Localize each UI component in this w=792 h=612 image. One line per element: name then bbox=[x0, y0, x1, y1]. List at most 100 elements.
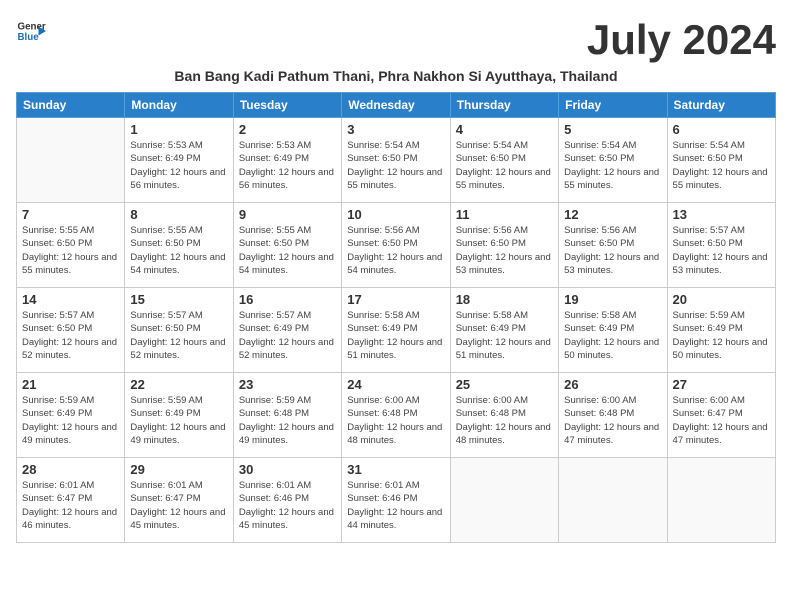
day-number: 17 bbox=[347, 292, 444, 307]
day-number: 15 bbox=[130, 292, 227, 307]
day-number: 22 bbox=[130, 377, 227, 392]
day-info: Sunrise: 5:57 AMSunset: 6:50 PMDaylight:… bbox=[673, 224, 770, 277]
day-info: Sunrise: 5:54 AMSunset: 6:50 PMDaylight:… bbox=[456, 139, 553, 192]
calendar-cell: 31 Sunrise: 6:01 AMSunset: 6:46 PMDayligh… bbox=[342, 458, 450, 543]
day-info: Sunrise: 5:59 AMSunset: 6:49 PMDaylight:… bbox=[673, 309, 770, 362]
header-saturday: Saturday bbox=[667, 93, 775, 118]
calendar-week-row: 14Sunrise: 5:57 AMSunset: 6:50 PMDayligh… bbox=[17, 288, 776, 373]
calendar-cell: 26Sunrise: 6:00 AMSunset: 6:48 PMDayligh… bbox=[559, 373, 667, 458]
day-number: 31 bbox=[347, 462, 444, 477]
day-number: 30 bbox=[239, 462, 336, 477]
calendar-cell: 21 Sunrise: 5:59 AMSunset: 6:49 PMDayligh… bbox=[17, 373, 125, 458]
calendar-cell bbox=[17, 118, 125, 203]
calendar-cell: 18Sunrise: 5:58 AMSunset: 6:49 PMDayligh… bbox=[450, 288, 558, 373]
day-number: 4 bbox=[456, 122, 553, 137]
day-info: Sunrise: 6:00 AMSunset: 6:48 PMDaylight:… bbox=[456, 394, 553, 447]
day-info: Sunrise: 5:59 AMSunset: 6:48 PMDaylight:… bbox=[239, 394, 336, 447]
day-number: 10 bbox=[347, 207, 444, 222]
calendar-subtitle: Ban Bang Kadi Pathum Thani, Phra Nakhon … bbox=[16, 68, 776, 84]
day-number: 27 bbox=[673, 377, 770, 392]
day-number: 21 bbox=[22, 377, 119, 392]
day-info: Sunrise: 5:59 AMSunset: 6:49 PMDaylight:… bbox=[22, 394, 119, 447]
calendar-cell: 28 Sunrise: 6:01 AMSunset: 6:47 PMDayligh… bbox=[17, 458, 125, 543]
calendar-cell: 9 Sunrise: 5:55 AMSunset: 6:50 PMDaylight… bbox=[233, 203, 341, 288]
day-number: 20 bbox=[673, 292, 770, 307]
day-info: Sunrise: 5:55 AMSunset: 6:50 PMDaylight:… bbox=[22, 224, 119, 277]
calendar-table: SundayMondayTuesdayWednesdayThursdayFrid… bbox=[16, 92, 776, 543]
day-number: 2 bbox=[239, 122, 336, 137]
calendar-cell: 3Sunrise: 5:54 AMSunset: 6:50 PMDaylight… bbox=[342, 118, 450, 203]
calendar-cell: 29 Sunrise: 6:01 AMSunset: 6:47 PMDayligh… bbox=[125, 458, 233, 543]
calendar-cell: 23 Sunrise: 5:59 AMSunset: 6:48 PMDayligh… bbox=[233, 373, 341, 458]
calendar-cell: 12Sunrise: 5:56 AMSunset: 6:50 PMDayligh… bbox=[559, 203, 667, 288]
day-info: Sunrise: 5:58 AMSunset: 6:49 PMDaylight:… bbox=[347, 309, 444, 362]
calendar-cell bbox=[667, 458, 775, 543]
day-number: 25 bbox=[456, 377, 553, 392]
calendar-cell: 22 Sunrise: 5:59 AMSunset: 6:49 PMDayligh… bbox=[125, 373, 233, 458]
calendar-cell: 5 Sunrise: 5:54 AMSunset: 6:50 PMDaylight… bbox=[559, 118, 667, 203]
header-thursday: Thursday bbox=[450, 93, 558, 118]
day-info: Sunrise: 5:55 AMSunset: 6:50 PMDaylight:… bbox=[239, 224, 336, 277]
day-info: Sunrise: 5:55 AMSunset: 6:50 PMDaylight:… bbox=[130, 224, 227, 277]
header-friday: Friday bbox=[559, 93, 667, 118]
day-info: Sunrise: 5:57 AMSunset: 6:49 PMDaylight:… bbox=[239, 309, 336, 362]
calendar-cell: 10Sunrise: 5:56 AMSunset: 6:50 PMDayligh… bbox=[342, 203, 450, 288]
day-number: 12 bbox=[564, 207, 661, 222]
svg-text:Blue: Blue bbox=[18, 32, 40, 43]
day-number: 5 bbox=[564, 122, 661, 137]
header-tuesday: Tuesday bbox=[233, 93, 341, 118]
day-info: Sunrise: 5:58 AMSunset: 6:49 PMDaylight:… bbox=[564, 309, 661, 362]
day-info: Sunrise: 6:00 AMSunset: 6:47 PMDaylight:… bbox=[673, 394, 770, 447]
header-wednesday: Wednesday bbox=[342, 93, 450, 118]
day-info: Sunrise: 6:00 AMSunset: 6:48 PMDaylight:… bbox=[564, 394, 661, 447]
header-sunday: Sunday bbox=[17, 93, 125, 118]
day-number: 8 bbox=[130, 207, 227, 222]
calendar-cell: 25 Sunrise: 6:00 AMSunset: 6:48 PMDayligh… bbox=[450, 373, 558, 458]
calendar-cell: 1Sunrise: 5:53 AMSunset: 6:49 PMDaylight… bbox=[125, 118, 233, 203]
calendar-cell: 8 Sunrise: 5:55 AMSunset: 6:50 PMDaylight… bbox=[125, 203, 233, 288]
day-info: Sunrise: 5:57 AMSunset: 6:50 PMDaylight:… bbox=[22, 309, 119, 362]
day-number: 7 bbox=[22, 207, 119, 222]
header-monday: Monday bbox=[125, 93, 233, 118]
calendar-cell: 13Sunrise: 5:57 AMSunset: 6:50 PMDayligh… bbox=[667, 203, 775, 288]
calendar-cell: 20 Sunrise: 5:59 AMSunset: 6:49 PMDayligh… bbox=[667, 288, 775, 373]
day-info: Sunrise: 5:56 AMSunset: 6:50 PMDaylight:… bbox=[456, 224, 553, 277]
calendar-cell: 6Sunrise: 5:54 AMSunset: 6:50 PMDaylight… bbox=[667, 118, 775, 203]
day-number: 1 bbox=[130, 122, 227, 137]
calendar-cell: 11 Sunrise: 5:56 AMSunset: 6:50 PMDayligh… bbox=[450, 203, 558, 288]
day-info: Sunrise: 5:54 AMSunset: 6:50 PMDaylight:… bbox=[564, 139, 661, 192]
day-number: 19 bbox=[564, 292, 661, 307]
calendar-week-row: 21 Sunrise: 5:59 AMSunset: 6:49 PMDayligh… bbox=[17, 373, 776, 458]
calendar-cell: 19 Sunrise: 5:58 AMSunset: 6:49 PMDayligh… bbox=[559, 288, 667, 373]
calendar-cell: 4 Sunrise: 5:54 AMSunset: 6:50 PMDaylight… bbox=[450, 118, 558, 203]
page-header: General Blue July 2024 bbox=[16, 16, 776, 64]
day-info: Sunrise: 5:57 AMSunset: 6:50 PMDaylight:… bbox=[130, 309, 227, 362]
calendar-cell: 27 Sunrise: 6:00 AMSunset: 6:47 PMDayligh… bbox=[667, 373, 775, 458]
day-number: 28 bbox=[22, 462, 119, 477]
day-info: Sunrise: 6:01 AMSunset: 6:47 PMDaylight:… bbox=[130, 479, 227, 532]
calendar-week-row: 1 Sunrise: 5:53 AMSunset: 6:49 PMDaylight… bbox=[17, 118, 776, 203]
day-info: Sunrise: 6:01 AMSunset: 6:46 PMDaylight:… bbox=[347, 479, 444, 532]
day-info: Sunrise: 6:01 AMSunset: 6:47 PMDaylight:… bbox=[22, 479, 119, 532]
day-info: Sunrise: 5:53 AMSunset: 6:49 PMDaylight:… bbox=[239, 139, 336, 192]
day-info: Sunrise: 5:54 AMSunset: 6:50 PMDaylight:… bbox=[347, 139, 444, 192]
calendar-cell: 24Sunrise: 6:00 AMSunset: 6:48 PMDayligh… bbox=[342, 373, 450, 458]
calendar-cell bbox=[450, 458, 558, 543]
day-info: Sunrise: 5:54 AMSunset: 6:50 PMDaylight:… bbox=[673, 139, 770, 192]
day-number: 23 bbox=[239, 377, 336, 392]
day-number: 9 bbox=[239, 207, 336, 222]
day-info: Sunrise: 6:00 AMSunset: 6:48 PMDaylight:… bbox=[347, 394, 444, 447]
calendar-cell: 14Sunrise: 5:57 AMSunset: 6:50 PMDayligh… bbox=[17, 288, 125, 373]
month-title: July 2024 bbox=[587, 16, 776, 64]
day-number: 11 bbox=[456, 207, 553, 222]
calendar-cell bbox=[559, 458, 667, 543]
calendar-cell: 7 Sunrise: 5:55 AMSunset: 6:50 PMDaylight… bbox=[17, 203, 125, 288]
day-info: Sunrise: 6:01 AMSunset: 6:46 PMDaylight:… bbox=[239, 479, 336, 532]
logo: General Blue bbox=[16, 16, 48, 46]
day-info: Sunrise: 5:59 AMSunset: 6:49 PMDaylight:… bbox=[130, 394, 227, 447]
logo-icon: General Blue bbox=[16, 16, 46, 46]
day-number: 29 bbox=[130, 462, 227, 477]
calendar-cell: 15 Sunrise: 5:57 AMSunset: 6:50 PMDayligh… bbox=[125, 288, 233, 373]
day-number: 18 bbox=[456, 292, 553, 307]
day-number: 16 bbox=[239, 292, 336, 307]
